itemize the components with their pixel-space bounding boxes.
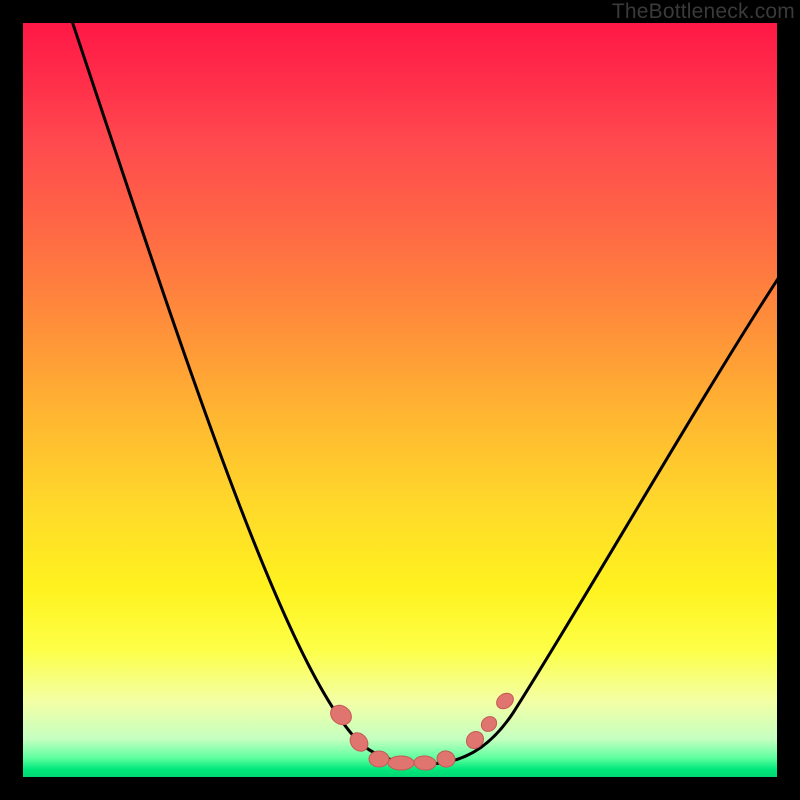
curve-marker bbox=[478, 713, 499, 734]
curve-marker bbox=[414, 755, 437, 771]
marker-group bbox=[327, 690, 517, 771]
bottleneck-curve bbox=[71, 23, 777, 764]
chart-svg bbox=[23, 23, 777, 777]
watermark-text: TheBottleneck.com bbox=[612, 0, 795, 24]
plot-area bbox=[23, 23, 777, 777]
chart-frame: TheBottleneck.com bbox=[0, 0, 800, 800]
curve-marker bbox=[388, 756, 414, 770]
curve-marker bbox=[435, 749, 457, 769]
curve-marker bbox=[369, 751, 389, 767]
curve-marker bbox=[463, 728, 487, 752]
curve-marker bbox=[494, 690, 517, 712]
